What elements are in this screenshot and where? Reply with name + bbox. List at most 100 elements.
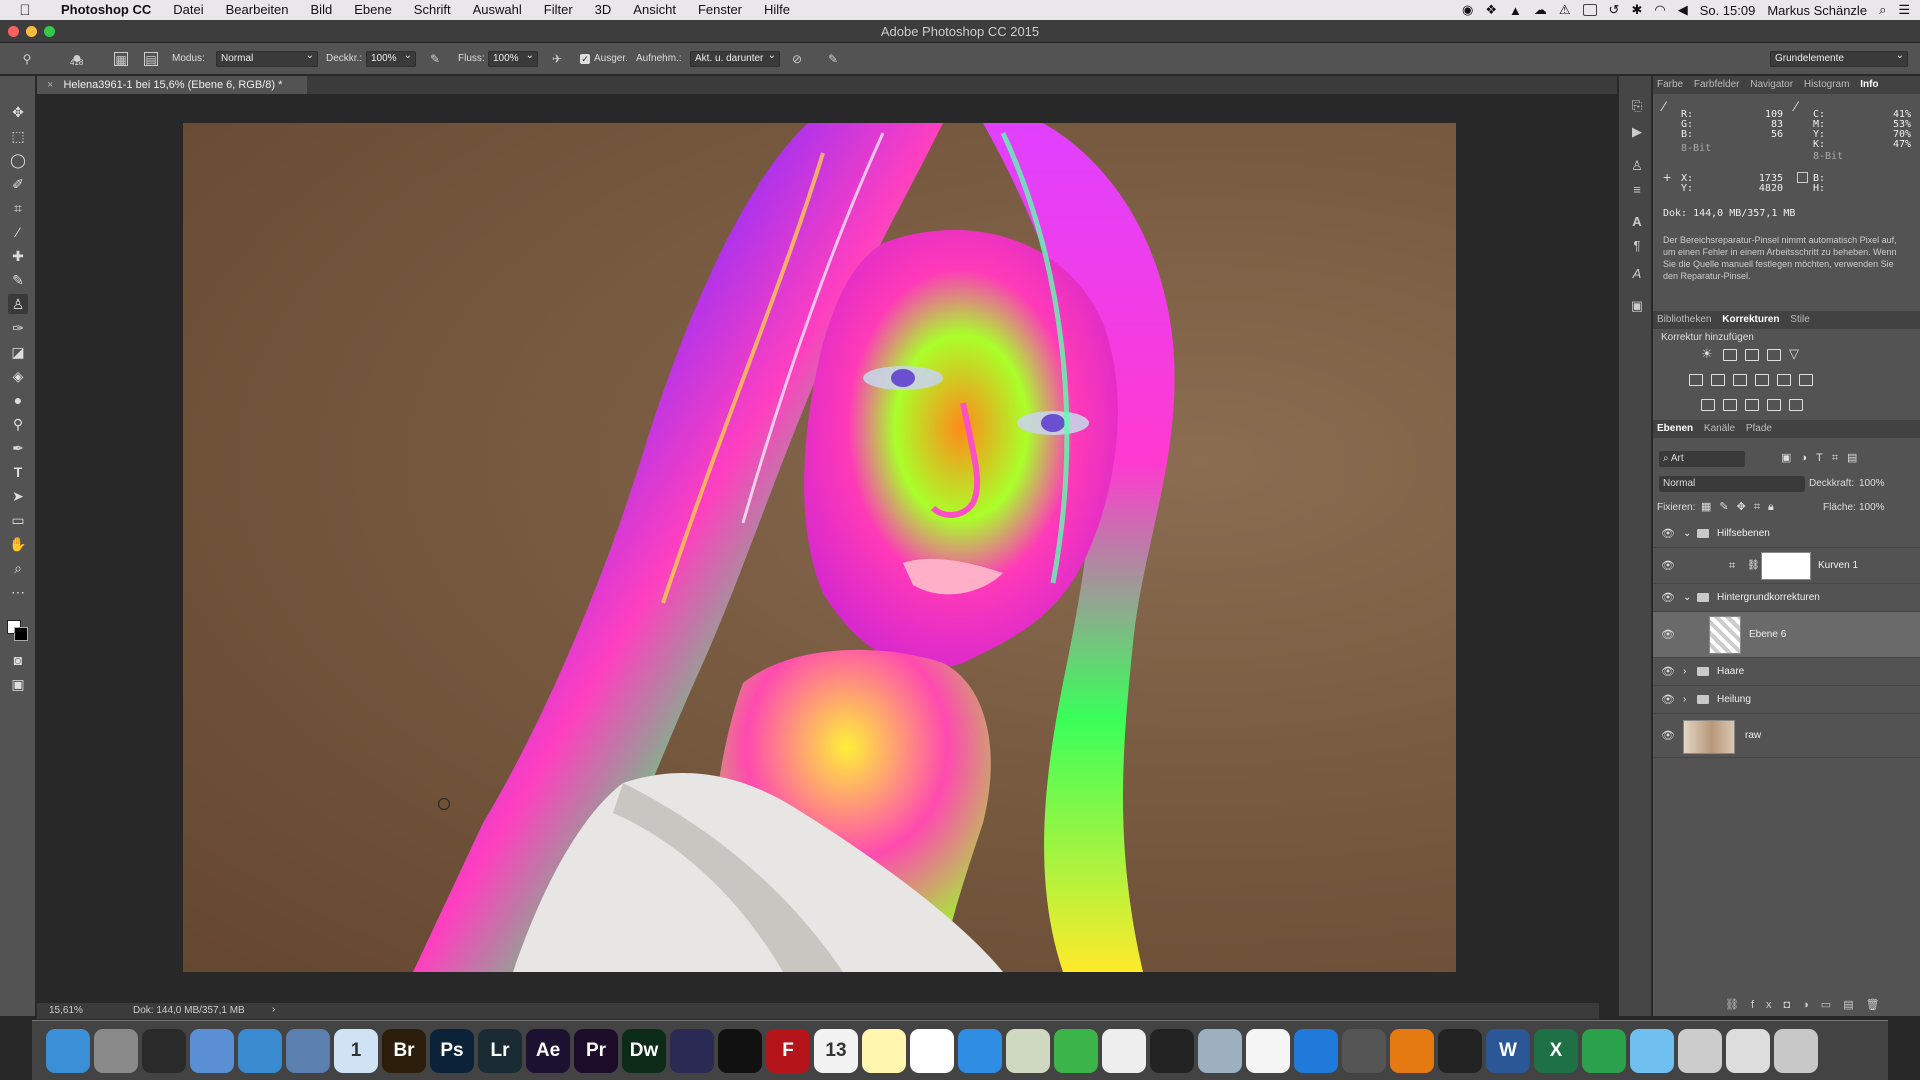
brightness-adjust-icon[interactable]: ☀ <box>1701 346 1713 362</box>
group-collapsed-icon[interactable]: › <box>1683 686 1686 714</box>
dock-app-icon[interactable] <box>46 1028 90 1073</box>
tab-ebenen[interactable]: Ebenen <box>1653 423 1697 434</box>
dock-app-icon[interactable] <box>1390 1028 1434 1073</box>
dock-app-icon[interactable] <box>286 1028 330 1073</box>
properties-panel-icon[interactable]: ≡ <box>1629 182 1645 198</box>
background-color-swatch[interactable] <box>14 627 28 641</box>
color-balance-adjust-icon[interactable] <box>1711 374 1725 386</box>
dock-app-icon[interactable] <box>1630 1028 1674 1073</box>
layer-footer-icons[interactable]: ⛓fx◘◑▭▤🗑︎ <box>1725 998 1892 1011</box>
path-select-icon[interactable]: ➤ <box>8 486 28 506</box>
quick-select-icon[interactable]: ✐ <box>8 174 28 194</box>
crop-tool-icon[interactable]: ⌗ <box>8 198 28 218</box>
dock-app-icon[interactable] <box>238 1028 282 1073</box>
dock-app-icon[interactable] <box>190 1028 234 1073</box>
levels-adjust-icon[interactable] <box>1723 349 1737 361</box>
group-expand-icon[interactable]: ⌄ <box>1683 584 1691 612</box>
close-tab-icon[interactable]: × <box>47 79 53 91</box>
tab-bibliotheken[interactable]: Bibliotheken <box>1653 314 1715 325</box>
dock-app-icon[interactable]: Pr <box>574 1028 618 1073</box>
layer-row-heilung[interactable]: 👁︎ › Heilung <box>1653 686 1920 714</box>
dock-app-icon[interactable]: Ps <box>430 1028 474 1073</box>
lasso-tool-icon[interactable]: ◯ <box>8 150 28 170</box>
menu-hilfe[interactable]: Hilfe <box>753 0 801 20</box>
exposure-adjust-icon[interactable] <box>1767 349 1781 361</box>
visibility-eye-icon[interactable]: 👁︎ <box>1661 584 1675 612</box>
hue-sat-adjust-icon[interactable] <box>1689 374 1703 386</box>
layer-filter-icons[interactable]: ▣◑T⌗▤ <box>1781 451 1866 465</box>
color-lookup-adjust-icon[interactable] <box>1799 374 1813 386</box>
history-panel-icon[interactable]: ⎘ <box>1629 98 1645 114</box>
menu-ansicht[interactable]: Ansicht <box>622 0 687 20</box>
dock-app-icon[interactable]: W <box>1486 1028 1530 1073</box>
status-record-icon[interactable]: ◉ <box>1462 2 1473 18</box>
healing-brush-icon[interactable]: ✚ <box>8 246 28 266</box>
volume-icon[interactable]: ◀ <box>1678 2 1688 18</box>
clone-source-panel-icon[interactable]: ♙ <box>1629 158 1645 174</box>
ignore-adjustment-icon[interactable]: ⊘ <box>790 52 804 66</box>
brush-panel-icon[interactable]: ▦ <box>114 52 128 67</box>
spotlight-icon[interactable]: ⌕ <box>1879 2 1886 18</box>
dock-app-icon[interactable] <box>1246 1028 1290 1073</box>
group-expand-icon[interactable]: ⌄ <box>1683 520 1691 548</box>
dock-app-icon[interactable]: X <box>1534 1028 1578 1073</box>
visibility-eye-icon[interactable]: 👁︎ <box>1661 714 1675 758</box>
dock-app-icon[interactable] <box>1774 1028 1818 1073</box>
dock-app-icon[interactable]: Lr <box>478 1028 522 1073</box>
type-tool-icon[interactable]: T <box>8 462 28 482</box>
dock-app-icon[interactable] <box>1726 1028 1770 1073</box>
paragraph-panel-icon[interactable]: ¶ <box>1629 238 1645 254</box>
aligned-checkbox[interactable]: ✓ <box>580 54 590 64</box>
photo-filter-adjust-icon[interactable] <box>1755 374 1769 386</box>
tab-farbe[interactable]: Farbe <box>1653 79 1687 90</box>
gradient-map-adjust-icon[interactable] <box>1789 399 1803 411</box>
menu-filter[interactable]: Filter <box>533 0 584 20</box>
character-panel-icon[interactable]: A <box>1629 214 1645 230</box>
dock-app-icon[interactable]: 13 <box>814 1028 858 1073</box>
actions-panel-icon[interactable]: ▶ <box>1629 124 1645 140</box>
brush-tool-icon[interactable]: ✎ <box>8 270 28 290</box>
dock-app-icon[interactable] <box>94 1028 138 1073</box>
invert-adjust-icon[interactable] <box>1701 399 1715 411</box>
menu-fenster[interactable]: Fenster <box>687 0 753 20</box>
selective-color-adjust-icon[interactable] <box>1767 399 1781 411</box>
posterize-adjust-icon[interactable] <box>1723 399 1737 411</box>
layer-row-hilfsebenen[interactable]: 👁︎ ⌄ Hilfsebenen <box>1653 520 1920 548</box>
display-icon[interactable] <box>1582 4 1597 16</box>
opacity-select[interactable]: 100% <box>366 49 416 67</box>
styles-panel-icon[interactable]: ▣ <box>1629 298 1645 314</box>
menu-3d[interactable]: 3D <box>584 0 623 20</box>
visibility-eye-icon[interactable]: 👁︎ <box>1661 686 1675 714</box>
dock-app-icon[interactable] <box>718 1028 762 1073</box>
tab-histogram[interactable]: Histogram <box>1800 79 1854 90</box>
dodge-tool-icon[interactable]: ⚲ <box>8 414 28 434</box>
channel-mixer-adjust-icon[interactable] <box>1777 374 1791 386</box>
doc-size-status[interactable]: Dok: 144,0 MB/357,1 MB <box>133 1005 245 1016</box>
dock-app-icon[interactable] <box>1438 1028 1482 1073</box>
menu-bearbeiten[interactable]: Bearbeiten <box>215 0 300 20</box>
layer-row-kurven-1[interactable]: 👁︎ ⌗ ⛓ Kurven 1 <box>1653 548 1920 584</box>
menu-auswahl[interactable]: Auswahl <box>462 0 533 20</box>
blend-mode-select[interactable]: Normal <box>1659 476 1805 492</box>
fill-value[interactable]: 100% <box>1859 502 1885 513</box>
airbrush-icon[interactable]: ✈ <box>550 52 564 66</box>
dock-app-icon[interactable] <box>1342 1028 1386 1073</box>
clock-text[interactable]: So. 15:09 <box>1700 3 1756 18</box>
dock-app-icon[interactable] <box>1054 1028 1098 1073</box>
zoom-level[interactable]: 15,61% <box>49 1005 83 1016</box>
bluetooth-icon[interactable]: ✱ <box>1631 2 1642 18</box>
zoom-tool-icon[interactable]: ⌕ <box>8 558 28 578</box>
dock-app-icon[interactable] <box>1582 1028 1626 1073</box>
status-arrow-icon[interactable]: › <box>272 1004 275 1015</box>
user-name[interactable]: Markus Schänzle <box>1767 3 1867 18</box>
dock-app-icon[interactable] <box>862 1028 906 1073</box>
more-tools-icon[interactable]: ⋯ <box>8 582 28 602</box>
visibility-eye-icon[interactable]: 👁︎ <box>1661 520 1675 548</box>
pressure-opacity-icon[interactable]: ✎ <box>428 52 442 66</box>
group-collapsed-icon[interactable]: › <box>1683 658 1686 686</box>
dock-app-icon[interactable] <box>1150 1028 1194 1073</box>
creative-cloud-icon[interactable]: ☁ <box>1534 2 1547 18</box>
visibility-eye-icon[interactable]: 👁︎ <box>1661 612 1675 658</box>
tab-navigator[interactable]: Navigator <box>1746 79 1797 90</box>
dock-app-icon[interactable] <box>142 1028 186 1073</box>
